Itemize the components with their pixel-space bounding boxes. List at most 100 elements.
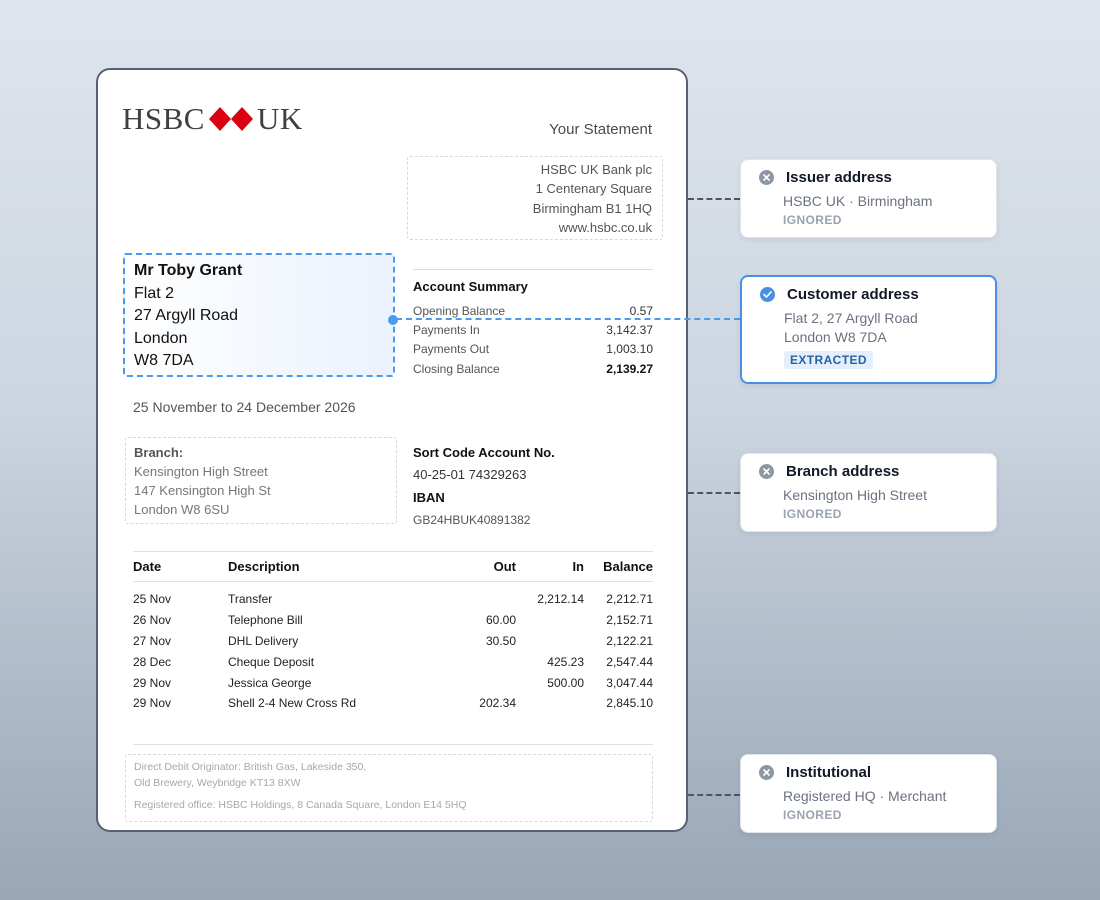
x-circle-icon bbox=[759, 169, 774, 185]
table-row: 28 Dec Cheque Deposit 425.23 2,547.44 bbox=[133, 651, 653, 672]
iban-value: GB24HBUK40891382 bbox=[413, 513, 531, 527]
summary-value: 1,003.10 bbox=[606, 342, 653, 357]
summary-label: Closing Balance bbox=[413, 361, 500, 376]
table-row: 25 Nov Transfer 2,212.14 2,212.71 bbox=[133, 589, 653, 610]
summary-label: Payments In bbox=[413, 323, 480, 338]
status-badge: IGNORED bbox=[783, 808, 842, 822]
branch-line: 147 Kensington High St bbox=[134, 483, 271, 498]
card-institutional[interactable]: Institutional Registered HQ · Merchant I… bbox=[740, 754, 997, 833]
institutional-footer-block: Direct Debit Originator: British Gas, La… bbox=[125, 754, 653, 822]
card-title: Branch address bbox=[786, 462, 900, 480]
cell-description: Cheque Deposit bbox=[228, 654, 315, 669]
branch-heading: Branch: bbox=[134, 445, 184, 460]
issuer-address-block: HSBC UK Bank plc 1 Centenary Square Birm… bbox=[407, 156, 663, 240]
cell-date: 27 Nov bbox=[133, 633, 172, 648]
card-header: Issuer address bbox=[759, 167, 996, 187]
customer-line: London bbox=[134, 329, 188, 347]
account-summary: Account Summary Opening Balance 0.57 Pay… bbox=[413, 269, 653, 379]
cell-date: 25 Nov bbox=[133, 592, 172, 607]
customer-name: Mr Toby Grant bbox=[134, 262, 243, 279]
check-circle-icon bbox=[760, 286, 775, 302]
column-header-date: Date bbox=[133, 559, 162, 574]
summary-row: Closing Balance 2,139.27 bbox=[413, 360, 653, 379]
card-detail: Kensington High Street bbox=[783, 487, 927, 503]
connector-anchor-dot bbox=[388, 315, 398, 325]
connector-branch bbox=[688, 492, 740, 494]
card-branch-address[interactable]: Branch address Kensington High Street IG… bbox=[740, 453, 997, 532]
cell-balance: 2,547.44 bbox=[606, 654, 653, 669]
card-title: Issuer address bbox=[786, 168, 892, 186]
cell-description: DHL Delivery bbox=[228, 633, 299, 648]
account-summary-heading: Account Summary bbox=[413, 279, 528, 294]
card-detail: HSBC UK · Birmingham bbox=[783, 193, 933, 209]
cell-balance: 3,047.44 bbox=[606, 675, 653, 690]
cell-out: 60.00 bbox=[485, 613, 516, 628]
x-circle-icon bbox=[759, 463, 774, 479]
card-header: Branch address bbox=[759, 461, 996, 481]
table-row: 29 Nov Jessica George 500.00 3,047.44 bbox=[133, 672, 653, 693]
table-row: 29 Nov Shell 2-4 New Cross Rd 202.34 2,8… bbox=[133, 693, 653, 714]
customer-line: 27 Argyll Road bbox=[134, 307, 239, 324]
table-row: 27 Nov DHL Delivery 30.50 2,122.21 bbox=[133, 631, 653, 652]
account-details: Sort Code Account No. 40-25-01 74329263 … bbox=[413, 442, 555, 531]
summary-row: Payments Out 1,003.10 bbox=[413, 340, 653, 359]
connector-issuer bbox=[688, 198, 740, 200]
cell-in: 2,212.14 bbox=[537, 592, 584, 607]
cell-balance: 2,212.71 bbox=[606, 592, 653, 607]
column-header-out: Out bbox=[493, 559, 516, 574]
card-header: Customer address bbox=[760, 284, 995, 304]
sort-code-label: Sort Code Account No. bbox=[413, 445, 555, 460]
card-detail: Registered HQ · Merchant bbox=[783, 788, 947, 804]
table-row: 26 Nov Telephone Bill 60.00 2,152.71 bbox=[133, 610, 653, 631]
card-customer-address[interactable]: Customer address Flat 2, 27 Argyll Road … bbox=[740, 275, 997, 384]
table-header: Date Description Out In Balance bbox=[133, 552, 653, 582]
logo-wordmark-right: UK bbox=[256, 101, 303, 136]
column-header-in: In bbox=[572, 559, 584, 574]
issuer-line: www.hsbc.co.uk bbox=[558, 219, 652, 235]
summary-row: Payments In 3,142.37 bbox=[413, 321, 653, 340]
status-badge: IGNORED bbox=[783, 213, 842, 227]
card-header: Institutional bbox=[759, 762, 996, 782]
summary-value: 2,139.27 bbox=[606, 361, 653, 376]
x-circle-icon bbox=[759, 764, 774, 780]
column-header-balance: Balance bbox=[603, 559, 653, 574]
statement-title: Your Statement bbox=[549, 121, 652, 138]
cell-description: Transfer bbox=[228, 592, 273, 607]
cell-date: 26 Nov bbox=[133, 613, 172, 628]
cell-balance: 2,122.21 bbox=[606, 633, 653, 648]
column-header-description: Description bbox=[228, 559, 300, 574]
cell-date: 29 Nov bbox=[133, 675, 172, 690]
transactions-table: Date Description Out In Balance 25 Nov T… bbox=[133, 551, 653, 714]
cell-date: 29 Nov bbox=[133, 696, 172, 711]
branch-address-block: Branch: Kensington High Street 147 Kensi… bbox=[125, 437, 397, 524]
connector-customer bbox=[396, 318, 740, 320]
connector-institutional bbox=[688, 794, 740, 796]
cell-date: 28 Dec bbox=[133, 654, 172, 669]
status-badge: EXTRACTED bbox=[784, 351, 873, 369]
branch-line: Kensington High Street bbox=[134, 464, 268, 479]
footer-line: Direct Debit Originator: British Gas, La… bbox=[134, 761, 367, 773]
cell-description: Shell 2-4 New Cross Rd bbox=[228, 696, 357, 711]
cell-balance: 2,152.71 bbox=[606, 613, 653, 628]
issuer-line: Birmingham B1 1HQ bbox=[532, 200, 652, 216]
cell-description: Jessica George bbox=[228, 675, 312, 690]
hexagon-logo-icon bbox=[208, 107, 253, 131]
card-title: Customer address bbox=[787, 285, 919, 303]
hsbc-logo: HSBC UK bbox=[122, 101, 303, 136]
summary-label: Payments Out bbox=[413, 342, 490, 357]
issuer-line: 1 Centenary Square bbox=[535, 181, 652, 197]
card-detail: London W8 7DA bbox=[784, 329, 887, 345]
customer-address-block[interactable]: Mr Toby Grant Flat 2 27 Argyll Road Lond… bbox=[123, 253, 395, 377]
registered-office-line: Registered office: HSBC Holdings, 8 Cana… bbox=[134, 799, 467, 811]
logo-wordmark-left: HSBC bbox=[122, 101, 205, 136]
footer-line: Old Brewery, Weybridge KT13 8XW bbox=[134, 776, 301, 789]
status-badge: IGNORED bbox=[783, 507, 842, 521]
sort-code-value: 40-25-01 74329263 bbox=[413, 467, 527, 482]
card-issuer-address[interactable]: Issuer address HSBC UK · Birmingham IGNO… bbox=[740, 159, 997, 238]
footer-divider bbox=[133, 744, 653, 745]
statement-period: 25 November to 24 December 2026 bbox=[133, 399, 356, 415]
summary-value: 3,142.37 bbox=[606, 323, 653, 338]
issuer-line: HSBC UK Bank plc bbox=[540, 162, 652, 177]
cell-out: 202.34 bbox=[479, 696, 516, 711]
bank-statement-document: HSBC UK Your Statement HSBC UK Bank plc … bbox=[96, 68, 688, 832]
